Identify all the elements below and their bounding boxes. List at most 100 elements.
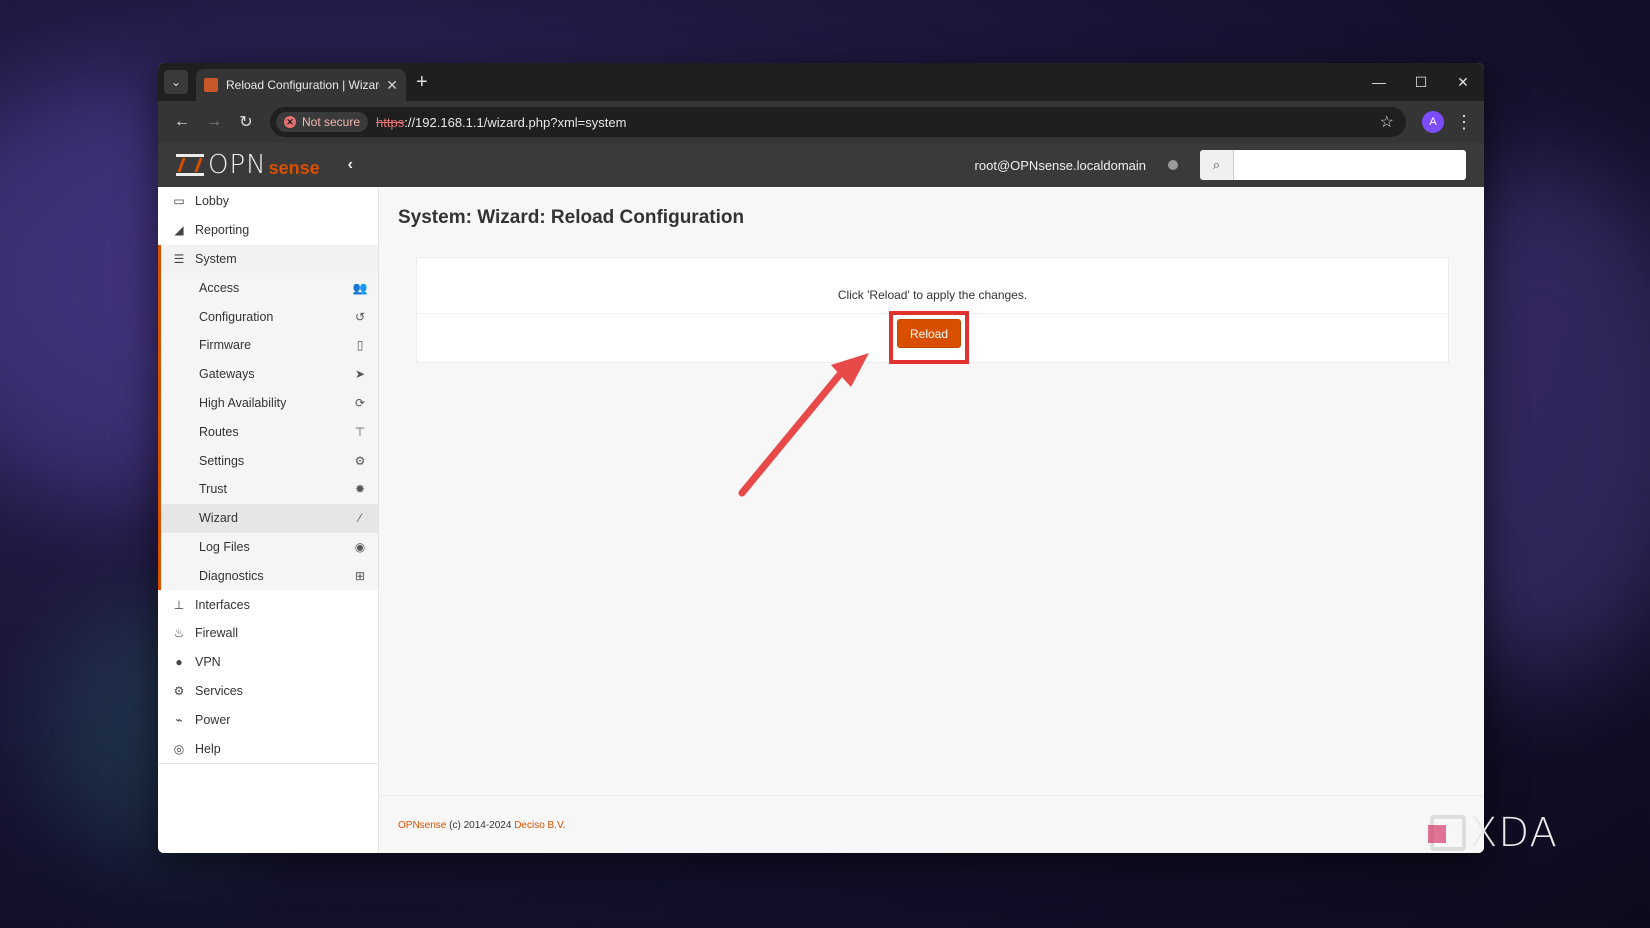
footer-company-link[interactable]: Deciso B.V. xyxy=(514,820,565,831)
url-protocol: https xyxy=(376,114,405,130)
footer-brand-link[interactable]: OPNsense xyxy=(398,820,446,831)
area-chart-icon: ◢ xyxy=(174,223,184,238)
sidebar-item-firewall[interactable]: ♨ Firewall xyxy=(158,619,378,648)
sidebar-item-label: Routes xyxy=(199,424,239,439)
sidebar-item-label: Access xyxy=(199,280,240,295)
close-tab-icon[interactable]: ✕ xyxy=(386,77,398,94)
search-input[interactable] xyxy=(1234,150,1466,180)
sidebar-item-label: Reporting xyxy=(195,223,250,238)
sidebar-item-firmware[interactable]: Firmware ▯ xyxy=(161,331,378,360)
bookmark-star-icon[interactable]: ☆ xyxy=(1380,112,1394,132)
system-submenu: Access 👥 Configuration ↺ Firmware ▯ Gate… xyxy=(158,273,378,591)
sidebar-divider xyxy=(158,762,378,764)
forward-button[interactable]: → xyxy=(198,106,230,138)
sidebar-item-system[interactable]: ☰ System xyxy=(158,244,378,274)
sitemap-icon: ⊥ xyxy=(173,597,185,612)
security-indicator[interactable]: ✕ Not secure xyxy=(276,112,369,132)
minimize-icon[interactable]: — xyxy=(1358,63,1400,101)
back-button[interactable]: ← xyxy=(166,106,198,138)
sidebar-item-power[interactable]: ⌁ Power xyxy=(158,705,378,734)
sidebar-item-trust[interactable]: Trust ✹ xyxy=(161,475,378,504)
cogs-icon: ⚙ xyxy=(354,453,366,468)
eye-icon: ◉ xyxy=(354,539,366,554)
footer: OPNsense (c) 2014-2024 Deciso B.V. xyxy=(379,795,1484,853)
sidebar-item-label: Firewall xyxy=(195,626,239,641)
chevron-left-icon: ‹ xyxy=(347,156,353,173)
sidebar-item-access[interactable]: Access 👥 xyxy=(161,273,378,302)
sidebar-item-label: Trust xyxy=(199,482,228,497)
magic-wand-icon: ⁄ xyxy=(358,511,361,526)
sidebar-item-interfaces[interactable]: ⊥ Interfaces xyxy=(158,590,378,619)
chevron-down-icon: ⌄ xyxy=(170,75,182,89)
address-bar[interactable]: ✕ Not secure https ://192.168.1.1/wizard… xyxy=(270,107,1406,137)
sidebar-item-services[interactable]: ⚙ Services xyxy=(158,677,378,706)
sidebar-item-wizard[interactable]: Wizard ⁄ xyxy=(161,503,378,533)
sidebar: ▭ Lobby ◢ Reporting ☰ System Access 👥 Co… xyxy=(158,187,379,853)
browser-menu-icon[interactable]: ⋮ xyxy=(1452,112,1476,133)
history-icon: ↺ xyxy=(354,309,366,324)
sidebar-item-vpn[interactable]: ● VPN xyxy=(158,648,378,677)
tab-search-button[interactable]: ⌄ xyxy=(164,70,188,94)
sidebar-item-label: VPN xyxy=(195,655,221,670)
sidebar-item-configuration[interactable]: Configuration ↺ xyxy=(161,302,378,331)
browser-toolbar: ← → ↻ ✕ Not secure https ://192.168.1.1/… xyxy=(158,101,1484,143)
sidebar-item-label: Diagnostics xyxy=(199,568,264,583)
tab-strip: ⌄ Reload Configuration | Wizard | ✕ + — … xyxy=(158,63,1484,101)
warning-icon: ✕ xyxy=(284,116,296,128)
collapse-sidebar-button[interactable]: ‹ xyxy=(348,156,353,174)
users-icon: 👥 xyxy=(352,280,368,295)
refresh-icon: ⟳ xyxy=(354,395,366,410)
search-icon[interactable]: ⌕ xyxy=(1200,150,1234,180)
logo-text-opn: OPN xyxy=(208,150,267,180)
sidebar-item-label: Power xyxy=(195,712,231,727)
user-name[interactable]: root@OPNsense.localdomain xyxy=(975,158,1146,173)
xda-watermark: XDA xyxy=(1428,810,1558,856)
logo-text-sense: sense xyxy=(268,157,320,178)
sidebar-item-label: Gateways xyxy=(199,367,255,382)
sidebar-item-label: Log Files xyxy=(199,539,250,554)
status-indicator[interactable] xyxy=(1168,160,1178,170)
window-controls: — ☐ ✕ xyxy=(1358,63,1484,101)
not-secure-label: Not secure xyxy=(302,115,361,129)
url-text: ://192.168.1.1/wizard.php?xml=system xyxy=(404,114,627,130)
sidebar-item-help[interactable]: ◎ Help xyxy=(158,734,378,763)
reload-page-button[interactable]: ↻ xyxy=(230,106,262,138)
opnsense-logo[interactable]: OPN sense xyxy=(176,143,320,187)
maximize-icon[interactable]: ☐ xyxy=(1400,63,1442,101)
cog-icon: ⚙ xyxy=(173,683,185,698)
sidebar-item-reporting[interactable]: ◢ Reporting xyxy=(158,216,378,245)
browser-window: ⌄ Reload Configuration | Wizard | ✕ + — … xyxy=(158,63,1484,853)
refresh-icon: ↻ xyxy=(239,114,253,131)
user-area: root@OPNsense.localdomain ⌕ xyxy=(975,150,1466,180)
browser-tab[interactable]: Reload Configuration | Wizard | ✕ xyxy=(196,69,406,101)
annotation-arrow-icon xyxy=(738,353,869,497)
sidebar-item-log-files[interactable]: Log Files ◉ xyxy=(161,533,378,562)
map-signs-icon: ⊤ xyxy=(354,424,366,439)
sidebar-item-label: Help xyxy=(195,741,221,756)
opnsense-logo-icon xyxy=(176,152,204,178)
app-body: ▭ Lobby ◢ Reporting ☰ System Access 👥 Co… xyxy=(158,187,1484,853)
new-tab-button[interactable]: + xyxy=(416,71,428,94)
sidebar-item-gateways[interactable]: Gateways ➤ xyxy=(161,360,378,389)
close-window-icon[interactable]: ✕ xyxy=(1442,63,1484,101)
footer-text: OPNsense (c) 2014-2024 Deciso B.V. xyxy=(398,820,566,831)
profile-avatar[interactable]: A xyxy=(1422,111,1444,133)
sidebar-item-label: Interfaces xyxy=(195,597,250,612)
certificate-icon: ✹ xyxy=(354,482,366,497)
life-ring-icon: ◎ xyxy=(173,741,185,756)
sidebar-item-diagnostics[interactable]: Diagnostics ⊞ xyxy=(161,561,378,590)
sidebar-item-label: System xyxy=(195,251,237,266)
laptop-icon: ▭ xyxy=(173,194,185,209)
plug-icon: ⌁ xyxy=(175,712,183,727)
sidebar-item-high-availability[interactable]: High Availability ⟳ xyxy=(161,389,378,418)
server-icon: ☰ xyxy=(173,251,185,266)
sidebar-item-routes[interactable]: Routes ⊤ xyxy=(161,417,378,446)
sidebar-item-label: Firmware xyxy=(199,338,252,353)
sidebar-item-lobby[interactable]: ▭ Lobby xyxy=(158,187,378,216)
location-arrow-icon: ➤ xyxy=(354,367,366,382)
sidebar-item-label: Services xyxy=(195,683,243,698)
footer-copyright: (c) 2014-2024 xyxy=(446,820,515,831)
main-content: System: Wizard: Reload Configuration Cli… xyxy=(379,187,1484,853)
sidebar-item-settings[interactable]: Settings ⚙ xyxy=(161,446,378,475)
tablet-icon: ▯ xyxy=(356,338,364,353)
